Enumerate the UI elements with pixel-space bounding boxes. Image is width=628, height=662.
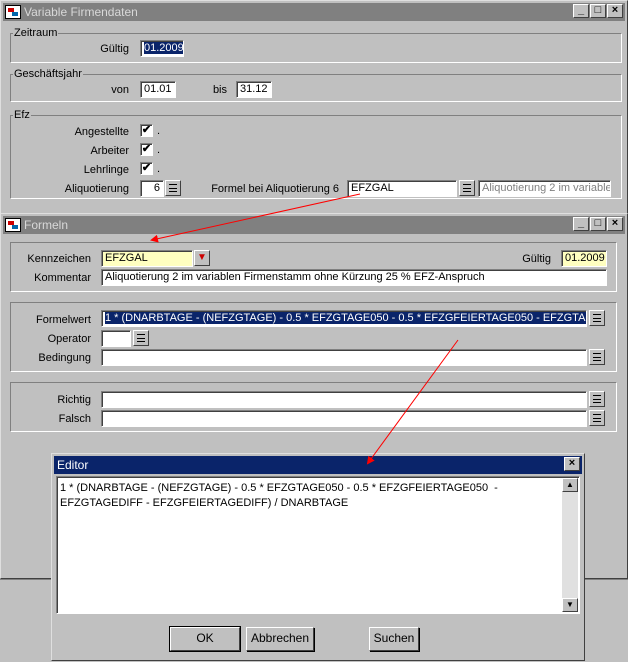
bis-input[interactable]: 31.12 (236, 81, 272, 98)
angestellte-label: Angestellte (74, 126, 129, 138)
efz-group-label: Efz (13, 109, 31, 121)
lehrlinge-checkbox[interactable]: ✔ (140, 162, 153, 175)
list-icon (137, 334, 145, 342)
gueltig-label: Gültig (522, 253, 551, 265)
gueltig-label: Gültig (100, 43, 129, 55)
angestellte-dot: . (157, 125, 161, 137)
suchen-button[interactable]: Suchen (369, 627, 419, 651)
editor-scrollbar[interactable]: ▲ ▼ (562, 478, 578, 612)
formel-aliquotierung-label: Formel bei Aliquotierung 6 (211, 183, 339, 195)
formel-list-button[interactable] (459, 180, 475, 196)
close-button[interactable]: × (607, 4, 623, 18)
close-button[interactable]: × (607, 217, 623, 231)
kommentar-label: Kommentar (34, 272, 91, 284)
editor-text: 1 * (DNARBTAGE - (NEFZGTAGE) - 0.5 * EFZ… (60, 482, 498, 509)
falsch-label: Falsch (58, 413, 91, 425)
app-icon (5, 5, 21, 19)
maximize-button[interactable]: □ (590, 217, 606, 231)
titlebar: Formeln _ □ × (3, 216, 625, 234)
aliquotierung-label: Aliquotierung (64, 183, 129, 195)
formelwert-label: Formelwert (35, 314, 91, 326)
minimize-button[interactable]: _ (573, 4, 589, 18)
von-label: von (111, 84, 129, 96)
list-icon (593, 414, 601, 422)
richtig-label: Richtig (57, 394, 91, 406)
zeitraum-group-label: Zeitraum (13, 27, 59, 39)
arbeiter-label: Arbeiter (90, 145, 129, 157)
aliquotierung-list-button[interactable] (165, 180, 181, 196)
formelwert-input[interactable]: 1 * (DNARBTAGE - (NEFZGTAGE) - 0.5 * EFZ… (101, 310, 587, 327)
formel-aliquotierung-input[interactable]: EFZGAL (347, 180, 457, 197)
scroll-down-button[interactable]: ▼ (562, 598, 578, 612)
kennzeichen-label: Kennzeichen (27, 253, 91, 265)
window-title: Formeln (24, 218, 69, 232)
maximize-button[interactable]: □ (590, 4, 606, 18)
list-icon (463, 184, 471, 192)
lehrlinge-label: Lehrlinge (83, 164, 129, 176)
von-input[interactable]: 01.01 (140, 81, 176, 98)
list-icon (593, 353, 601, 361)
arbeiter-checkbox[interactable]: ✔ (140, 143, 153, 156)
bis-label: bis (212, 84, 227, 96)
kommentar-input[interactable]: Aliquotierung 2 im variablen Firmenstamm… (101, 269, 607, 286)
minimize-button[interactable]: _ (573, 217, 589, 231)
dialog-title: Editor (57, 458, 89, 472)
kennzeichen-input[interactable]: EFZGAL (101, 250, 193, 267)
list-icon (593, 395, 601, 403)
close-button[interactable]: × (564, 457, 580, 471)
formelwert-editor-button[interactable] (589, 310, 605, 326)
titlebar: Variable Firmendaten _ □ × (3, 3, 625, 21)
bedingung-label: Bedingung (38, 352, 91, 364)
kennzeichen-dropdown-button[interactable]: ▼ (194, 250, 210, 266)
formel-description-field: Aliquotierung 2 im variablen (478, 180, 611, 197)
richtig-input[interactable] (101, 391, 587, 408)
bedingung-list-button[interactable] (589, 349, 605, 365)
falsch-list-button[interactable] (589, 410, 605, 426)
arbeiter-dot: . (157, 144, 161, 156)
bedingung-input[interactable] (101, 349, 587, 366)
editor-textarea[interactable]: 1 * (DNARBTAGE - (NEFZGTAGE) - 0.5 * EFZ… (56, 476, 580, 614)
operator-label: Operator (47, 333, 91, 345)
window-title: Variable Firmendaten (24, 5, 138, 19)
aliquotierung-input[interactable]: 6 (140, 180, 164, 197)
operator-list-button[interactable] (133, 330, 149, 346)
richtig-list-button[interactable] (589, 391, 605, 407)
operator-input[interactable] (101, 330, 131, 347)
abbrechen-button[interactable]: Abbrechen (246, 627, 314, 651)
lehrlinge-dot: . (157, 163, 161, 175)
gueltig-input[interactable]: 01.2009 (140, 40, 184, 57)
falsch-input[interactable] (101, 410, 587, 427)
list-icon (593, 314, 601, 322)
editor-dialog: Editor × 1 * (DNARBTAGE - (NEFZGTAGE) - … (51, 453, 585, 661)
ok-button[interactable]: OK (169, 626, 241, 652)
app-icon (5, 218, 21, 232)
gueltig-input[interactable]: 01.2009 (561, 250, 607, 267)
geschaeftsjahr-group-label: Geschäftsjahr (13, 68, 83, 80)
titlebar: Editor × (54, 456, 582, 474)
scroll-up-button[interactable]: ▲ (562, 478, 578, 492)
angestellte-checkbox[interactable]: ✔ (140, 124, 153, 137)
variable-firmendaten-window: Variable Firmendaten _ □ × Zeitraum Gült… (0, 0, 628, 220)
list-icon (169, 184, 177, 192)
